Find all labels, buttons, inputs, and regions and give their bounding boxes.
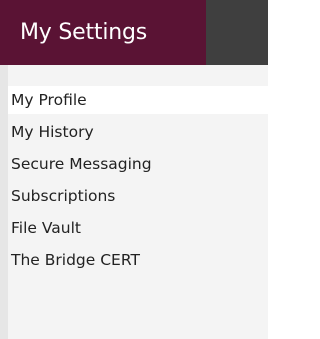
settings-header-tab: My Settings: [0, 0, 206, 65]
menu-item-my-profile[interactable]: My Profile: [8, 86, 268, 114]
menu-item-the-bridge-cert[interactable]: The Bridge CERT: [8, 246, 268, 274]
settings-menu: My Profile My History Secure Messaging S…: [8, 86, 268, 278]
menu-item-my-history[interactable]: My History: [8, 118, 268, 146]
menu-item-file-vault[interactable]: File Vault: [8, 214, 268, 242]
menu-item-subscriptions[interactable]: Subscriptions: [8, 182, 268, 210]
settings-header: My Settings: [0, 0, 268, 65]
menu-item-secure-messaging[interactable]: Secure Messaging: [8, 150, 268, 178]
settings-panel: My Settings My Profile My History Secure…: [0, 0, 268, 339]
sidebar-left-border: [0, 65, 8, 339]
page-title: My Settings: [20, 20, 148, 45]
